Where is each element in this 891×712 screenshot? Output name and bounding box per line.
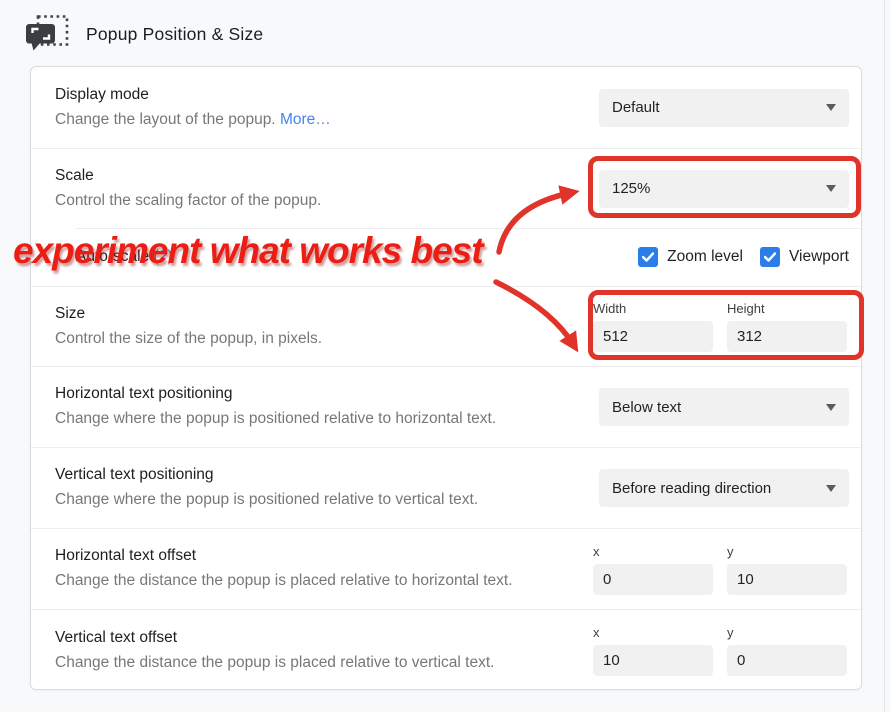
chevron-down-icon — [826, 185, 836, 192]
viewport-checkbox[interactable] — [760, 247, 780, 267]
size-title: Size — [55, 302, 322, 326]
horizontal-positioning-select-value: Below text — [612, 399, 681, 416]
settings-card: Display mode Change the layout of the po… — [30, 66, 862, 690]
auto-scale-checkbox-group: Zoom level Viewport — [638, 247, 849, 267]
vertical-offset-title: Vertical text offset — [55, 626, 494, 650]
chevron-down-icon — [826, 104, 836, 111]
scale-title: Scale — [55, 164, 321, 188]
height-label: Height — [727, 301, 847, 317]
width-label: Width — [593, 301, 713, 317]
horizontal-offset-description: Change the distance the popup is placed … — [55, 568, 513, 594]
setting-row-size: Size Control the size of the popup, in p… — [31, 286, 861, 366]
height-input[interactable] — [727, 321, 847, 352]
setting-row-display-mode: Display mode Change the layout of the po… — [31, 67, 861, 148]
vertical-offset-fields: x y — [593, 625, 847, 676]
more-link[interactable]: More… — [280, 111, 331, 128]
horizontal-offset-y-input[interactable] — [727, 564, 847, 595]
vertical-offset-x-input[interactable] — [593, 645, 713, 676]
section-header: Popup Position & Size — [24, 12, 263, 56]
setting-row-vertical-offset: Vertical text offset Change the distance… — [31, 609, 861, 690]
x-label: x — [593, 544, 713, 560]
help-link[interactable]: (?) — [154, 248, 173, 265]
horizontal-positioning-select[interactable]: Below text — [599, 388, 849, 426]
zoom-level-checkbox[interactable] — [638, 247, 658, 267]
display-mode-description: Change the layout of the popup. More… — [55, 107, 331, 133]
popup-bubble-icon — [24, 14, 70, 54]
vertical-offset-y-input[interactable] — [727, 645, 847, 676]
setting-row-horizontal-offset: Horizontal text offset Change the distan… — [31, 528, 861, 609]
display-mode-select[interactable]: Default — [599, 89, 849, 127]
vertical-positioning-select-value: Before reading direction — [612, 480, 771, 497]
y-label: y — [727, 544, 847, 560]
setting-row-horizontal-positioning: Horizontal text positioning Change where… — [31, 366, 861, 447]
horizontal-offset-fields: x y — [593, 544, 847, 595]
chevron-down-icon — [826, 485, 836, 492]
scale-select-value: 125% — [612, 180, 650, 197]
vertical-offset-description: Change the distance the popup is placed … — [55, 650, 494, 676]
x-label: x — [593, 625, 713, 641]
zoom-level-checkbox-label: Zoom level — [667, 248, 743, 266]
page-right-divider — [884, 0, 885, 712]
display-mode-select-value: Default — [612, 99, 660, 116]
horizontal-positioning-title: Horizontal text positioning — [55, 382, 496, 406]
setting-row-scale: Scale Control the scaling factor of the … — [31, 148, 861, 228]
auto-scale-label: Auto-scale (?) — [76, 245, 173, 269]
horizontal-offset-title: Horizontal text offset — [55, 544, 513, 568]
chevron-down-icon — [826, 404, 836, 411]
setting-row-auto-scale: Auto-scale (?) Zoom level Viewport — [31, 228, 861, 286]
check-icon — [642, 252, 654, 262]
y-label: y — [727, 625, 847, 641]
scale-description: Control the scaling factor of the popup. — [55, 188, 321, 214]
check-icon — [764, 252, 776, 262]
size-description: Control the size of the popup, in pixels… — [55, 326, 322, 352]
viewport-checkbox-label: Viewport — [789, 248, 849, 266]
vertical-positioning-select[interactable]: Before reading direction — [599, 469, 849, 507]
size-fields: Width Height — [593, 301, 847, 352]
horizontal-offset-x-input[interactable] — [593, 564, 713, 595]
page-title: Popup Position & Size — [86, 24, 263, 45]
setting-row-vertical-positioning: Vertical text positioning Change where t… — [31, 447, 861, 528]
width-input[interactable] — [593, 321, 713, 352]
vertical-positioning-description: Change where the popup is positioned rel… — [55, 487, 478, 513]
vertical-positioning-title: Vertical text positioning — [55, 463, 478, 487]
display-mode-title: Display mode — [55, 83, 331, 107]
scale-select[interactable]: 125% — [599, 170, 849, 208]
horizontal-positioning-description: Change where the popup is positioned rel… — [55, 406, 496, 432]
